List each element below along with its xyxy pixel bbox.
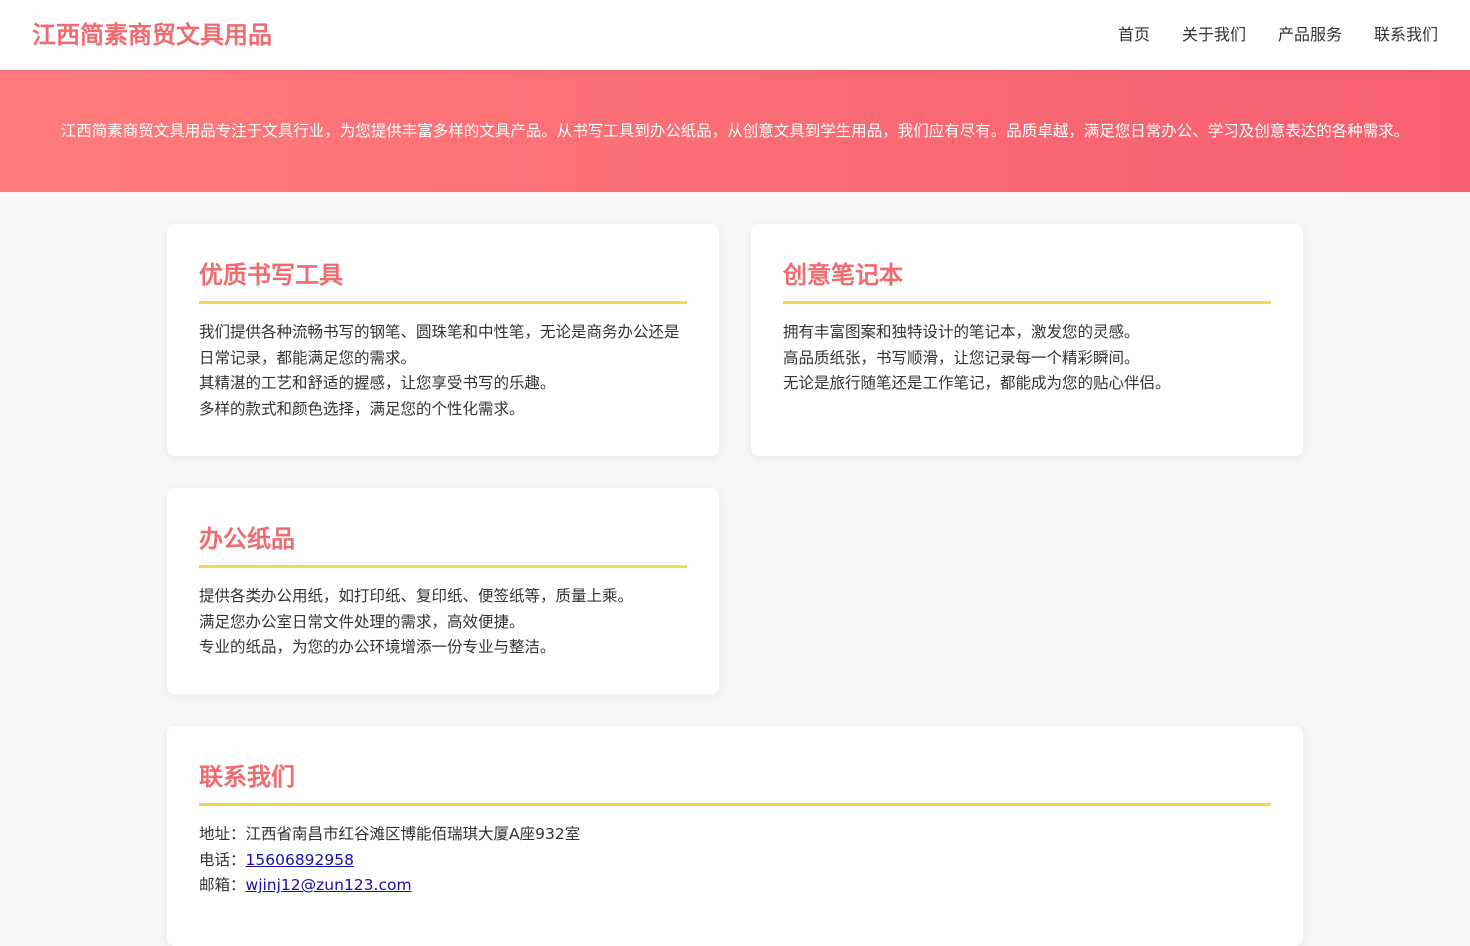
card-notebooks: 创意笔记本 拥有丰富图案和独特设计的笔记本，激发您的灵感。 高品质纸张，书写顺滑… <box>751 224 1303 456</box>
contact-phone-row: 电话：15606892958 <box>199 848 1271 874</box>
phone-link[interactable]: 15606892958 <box>246 851 354 869</box>
nav-home[interactable]: 首页 <box>1118 22 1150 48</box>
card-text-line: 多样的款式和颜色选择，满足您的个性化需求。 <box>199 400 525 419</box>
main-nav: 首页 关于我们 产品服务 联系我们 <box>1118 22 1438 48</box>
title-underline <box>199 565 687 568</box>
contact-title: 联系我们 <box>199 763 295 791</box>
card-title: 办公纸品 <box>199 525 295 553</box>
card-title: 优质书写工具 <box>199 261 343 289</box>
card-text-line: 满足您办公室日常文件处理的需求，高效便捷。 <box>199 612 525 631</box>
title-underline <box>199 803 1271 806</box>
phone-label: 电话： <box>199 850 246 869</box>
card-title: 创意笔记本 <box>783 261 903 289</box>
hero-intro-text: 江西简素商贸文具用品专注于文具行业，为您提供丰富多样的文具产品。从书写工具到办公… <box>60 122 1410 140</box>
card-body: 拥有丰富图案和独特设计的笔记本，激发您的灵感。 高品质纸张，书写顺滑，让您记录每… <box>783 320 1271 397</box>
title-underline <box>199 301 687 304</box>
hero-banner: 江西简素商贸文具用品专注于文具行业，为您提供丰富多样的文具产品。从书写工具到办公… <box>0 70 1470 192</box>
card-writing-tools: 优质书写工具 我们提供各种流畅书写的钢笔、圆珠笔和中性笔，无论是商务办公还是日常… <box>167 224 719 456</box>
title-underline <box>783 301 1271 304</box>
card-text-line: 我们提供各种流畅书写的钢笔、圆珠笔和中性笔，无论是商务办公还是日常记录，都能满足… <box>199 323 680 367</box>
nav-contact[interactable]: 联系我们 <box>1374 22 1438 48</box>
email-link[interactable]: wjinj12@zun123.com <box>246 876 412 894</box>
nav-about[interactable]: 关于我们 <box>1182 22 1246 48</box>
site-logo[interactable]: 江西简素商贸文具用品 <box>32 17 272 53</box>
card-text-line: 拥有丰富图案和独特设计的笔记本，激发您的灵感。 <box>783 323 1140 341</box>
card-text-line: 专业的纸品，为您的办公环境增添一份专业与整洁。 <box>199 638 556 657</box>
address-label: 地址： <box>199 825 246 843</box>
card-text-line: 其精湛的工艺和舒适的握感，让您享受书写的乐趣。 <box>199 374 556 393</box>
card-text-line: 无论是旅行随笔还是工作笔记，都能成为您的贴心伴侣。 <box>783 374 1171 393</box>
card-contact: 联系我们 地址：江西省南昌市红谷滩区博能佰瑞琪大厦A座932室 电话：15606… <box>167 726 1303 946</box>
contact-email-row: 邮箱：wjinj12@zun123.com <box>199 873 1271 899</box>
contact-address-row: 地址：江西省南昌市红谷滩区博能佰瑞琪大厦A座932室 <box>199 822 1271 848</box>
card-office-paper: 办公纸品 提供各类办公用纸，如打印纸、复印纸、便签纸等，质量上乘。 满足您办公室… <box>167 488 719 694</box>
contact-body: 地址：江西省南昌市红谷滩区博能佰瑞琪大厦A座932室 电话：1560689295… <box>199 822 1271 899</box>
card-text-line: 提供各类办公用纸，如打印纸、复印纸、便签纸等，质量上乘。 <box>199 587 634 605</box>
nav-products[interactable]: 产品服务 <box>1278 22 1342 48</box>
address-value: 江西省南昌市红谷滩区博能佰瑞琪大厦A座932室 <box>245 825 581 843</box>
email-label: 邮箱： <box>199 876 246 895</box>
card-body: 我们提供各种流畅书写的钢笔、圆珠笔和中性笔，无论是商务办公还是日常记录，都能满足… <box>199 320 687 423</box>
card-text-line: 高品质纸张，书写顺滑，让您记录每一个精彩瞬间。 <box>783 348 1140 367</box>
card-body: 提供各类办公用纸，如打印纸、复印纸、便签纸等，质量上乘。 满足您办公室日常文件处… <box>199 584 687 661</box>
site-header: 江西简素商贸文具用品 首页 关于我们 产品服务 联系我们 <box>0 0 1470 70</box>
